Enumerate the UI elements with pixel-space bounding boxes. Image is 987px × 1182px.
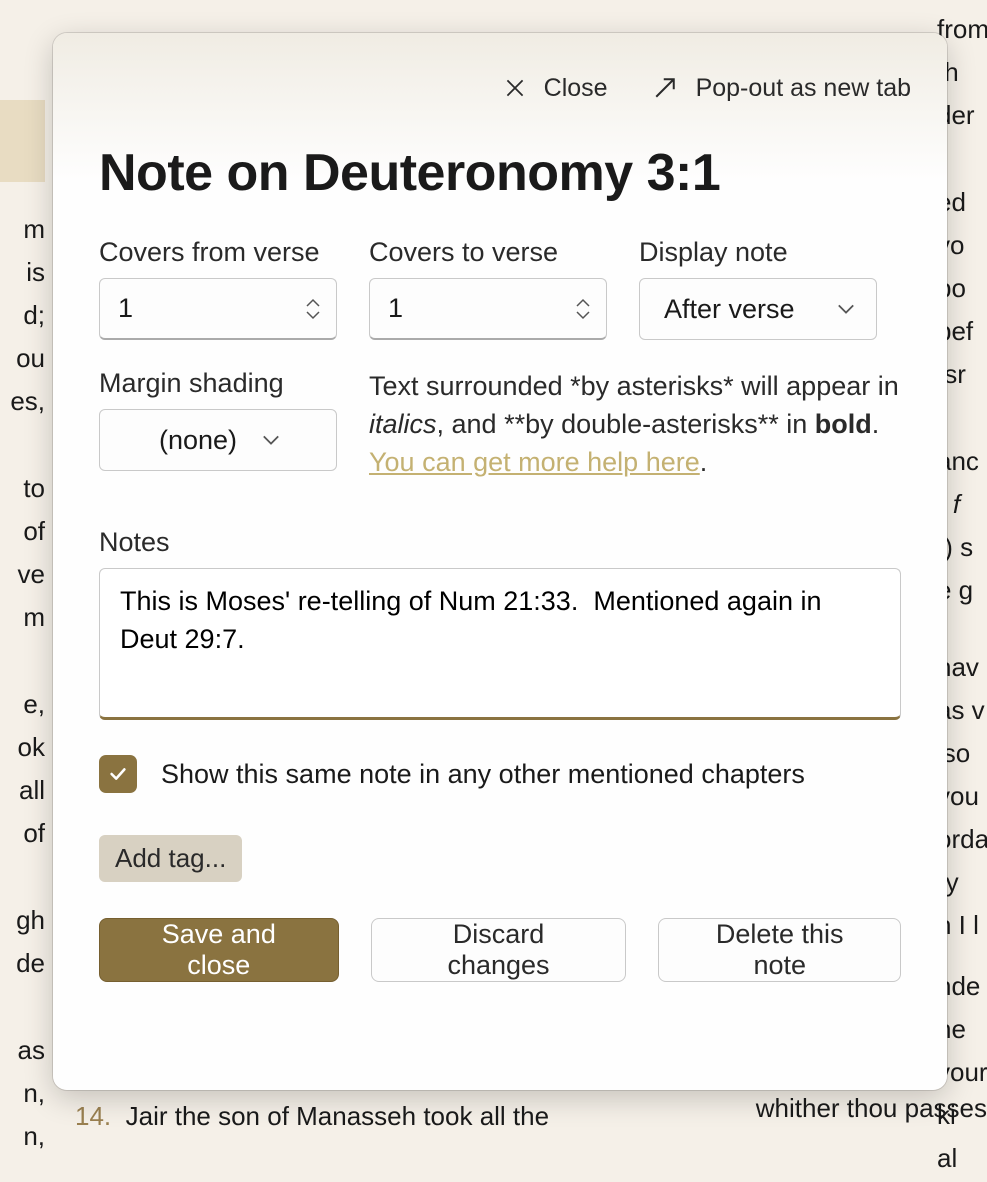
display-note-field: Display note After verse [639, 237, 877, 340]
formatting-hint: Text surrounded *by asterisks* will appe… [369, 368, 901, 481]
display-note-label: Display note [639, 237, 877, 268]
bg-text-bottom-right: whither thou passes [756, 1089, 987, 1128]
save-button[interactable]: Save and close [99, 918, 339, 982]
display-note-value: After verse [664, 294, 795, 325]
from-verse-field: Covers from verse 1 [99, 237, 337, 340]
close-button[interactable]: Close [502, 74, 608, 103]
show-elsewhere-checkbox[interactable] [99, 755, 137, 793]
to-verse-value: 1 [388, 293, 403, 324]
spin-chevrons[interactable] [304, 298, 322, 320]
chevron-down-icon [304, 310, 322, 320]
bg-text-bottom: 14. Jair the son of Manasseh took all th… [75, 1097, 549, 1136]
margin-shading-value: (none) [159, 425, 237, 456]
show-elsewhere-row: Show this same note in any other mention… [99, 755, 901, 793]
action-row: Save and close Discard changes Delete th… [99, 918, 901, 982]
margin-shading-label: Margin shading [99, 368, 337, 399]
popout-icon [650, 73, 680, 103]
display-note-select[interactable]: After verse [639, 278, 877, 340]
chevron-down-icon [574, 310, 592, 320]
delete-button[interactable]: Delete this note [658, 918, 901, 982]
chevron-up-icon [304, 298, 322, 308]
verse-row: Covers from verse 1 Covers to verse 1 [99, 237, 901, 340]
modal-body: Note on Deuteronomy 3:1 Covers from vers… [53, 123, 947, 1090]
modal-header: Close Pop-out as new tab [53, 33, 947, 123]
chevron-down-icon [836, 303, 856, 315]
bg-text-left: misd;oues, toofvem e,okallof ghde asn,n, [0, 0, 45, 1160]
margin-row: Margin shading (none) Text surrounded *b… [99, 368, 901, 481]
notes-textarea[interactable] [99, 568, 901, 720]
to-verse-input[interactable]: 1 [369, 278, 607, 340]
margin-shading-select[interactable]: (none) [99, 409, 337, 471]
note-modal: Close Pop-out as new tab Note on Deutero… [53, 33, 947, 1090]
to-verse-label: Covers to verse [369, 237, 607, 268]
popout-label: Pop-out as new tab [696, 74, 911, 103]
from-verse-label: Covers from verse [99, 237, 337, 268]
spin-chevrons[interactable] [574, 298, 592, 320]
verse-number: 14. [75, 1101, 111, 1131]
close-label: Close [544, 74, 608, 103]
discard-button[interactable]: Discard changes [371, 918, 627, 982]
popout-button[interactable]: Pop-out as new tab [650, 73, 911, 103]
from-verse-input[interactable]: 1 [99, 278, 337, 340]
margin-shading-field: Margin shading (none) [99, 368, 337, 471]
show-elsewhere-label: Show this same note in any other mention… [161, 759, 805, 790]
modal-title: Note on Deuteronomy 3:1 [99, 143, 901, 203]
notes-section: Notes [99, 527, 901, 725]
help-link[interactable]: You can get more help here [369, 447, 700, 477]
notes-label: Notes [99, 527, 170, 557]
chevron-down-icon [261, 434, 281, 446]
from-verse-value: 1 [118, 293, 133, 324]
check-icon [107, 763, 129, 785]
chevron-up-icon [574, 298, 592, 308]
close-icon [502, 75, 528, 101]
to-verse-field: Covers to verse 1 [369, 237, 607, 340]
add-tag-button[interactable]: Add tag... [99, 835, 242, 882]
